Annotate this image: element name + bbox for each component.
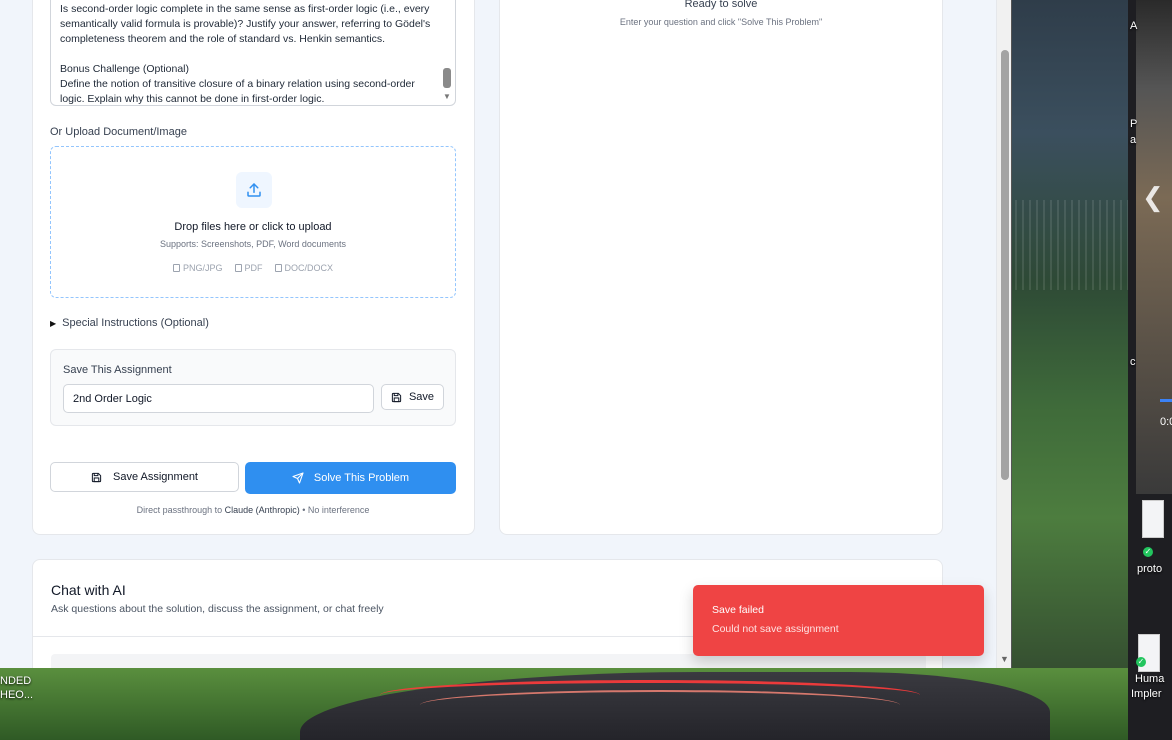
upload-subtitle: Supports: Screenshots, PDF, Word documen… <box>160 239 346 249</box>
result-subtitle: Enter your question and click "Solve Thi… <box>619 17 823 27</box>
desktop-file-huma[interactable]: Huma <box>1135 673 1164 685</box>
save-button[interactable]: Save <box>381 384 444 410</box>
side-label-c: c <box>1130 356 1136 368</box>
wallpaper-light-trail-2 <box>420 690 900 720</box>
desktop-file-impler[interactable]: Impler <box>1131 688 1162 700</box>
result-title: Ready to solve <box>684 0 758 10</box>
save-assignment-button[interactable]: Save Assignment <box>50 462 239 492</box>
page-scrollbar[interactable]: ▼ <box>996 0 1011 668</box>
chat-messages-area[interactable] <box>51 654 926 668</box>
save-box-title: Save This Assignment <box>63 364 172 376</box>
sync-check-icon: ✓ <box>1143 547 1153 557</box>
format-pdf: PDF <box>234 263 263 273</box>
send-icon <box>292 472 304 484</box>
assignment-name-input[interactable] <box>63 384 374 413</box>
sync-check-icon: ✓ <box>1136 657 1146 667</box>
error-toast[interactable]: Save failed Could not save assignment <box>693 585 984 656</box>
special-instructions-toggle[interactable]: ▶ Special Instructions (Optional) <box>50 317 209 329</box>
file-icon <box>274 264 282 272</box>
document-icon[interactable] <box>1142 500 1164 538</box>
solution-card <box>499 0 943 535</box>
video-time: 0:0 <box>1160 416 1172 428</box>
textarea-scroll-thumb[interactable] <box>443 68 451 88</box>
upload-dropzone[interactable]: Drop files here or click to upload Suppo… <box>50 146 456 298</box>
chat-title: Chat with AI <box>51 582 126 598</box>
floppy-disk-icon <box>391 392 402 402</box>
toast-message: Could not save assignment <box>712 623 839 635</box>
toast-title: Save failed <box>712 604 764 616</box>
chat-subtitle: Ask questions about the solution, discus… <box>51 603 384 615</box>
chevron-left-icon[interactable]: ❮ <box>1142 182 1164 213</box>
side-label-p: P <box>1130 118 1138 130</box>
side-label-a: A <box>1130 20 1138 32</box>
textarea-scroll-down-icon[interactable]: ▼ <box>443 92 451 101</box>
file-icon <box>234 264 242 272</box>
upload-title: Drop files here or click to upload <box>174 221 332 233</box>
upload-formats: PNG/JPG PDF DOC/DOCX <box>51 263 455 273</box>
passthrough-note: Direct passthrough to Claude (Anthropic)… <box>136 505 370 515</box>
image-icon <box>172 264 180 272</box>
upload-icon <box>236 172 272 208</box>
solve-button[interactable]: Solve This Problem <box>245 462 456 494</box>
problem-textarea[interactable]: Is second-order logic complete in the sa… <box>50 0 456 106</box>
floppy-disk-icon <box>91 472 102 482</box>
scroll-down-icon[interactable]: ▼ <box>1000 654 1009 664</box>
side-label-a2: a <box>1130 134 1137 146</box>
desktop-file-label[interactable]: NDED HEO... <box>0 674 33 702</box>
save-assignment-box: Save This Assignment Save <box>50 349 456 426</box>
caret-right-icon: ▶ <box>50 318 57 328</box>
desktop-file-proto[interactable]: proto <box>1137 563 1162 575</box>
video-progress-bar[interactable] <box>1160 399 1172 402</box>
format-doc: DOC/DOCX <box>274 263 333 273</box>
scrollbar-thumb[interactable] <box>1001 50 1009 480</box>
upload-label: Or Upload Document/Image <box>50 126 187 138</box>
browser-window: Is second-order logic complete in the sa… <box>0 0 1012 668</box>
wallpaper-town-lights <box>1015 200 1130 290</box>
format-png: PNG/JPG <box>172 263 223 273</box>
